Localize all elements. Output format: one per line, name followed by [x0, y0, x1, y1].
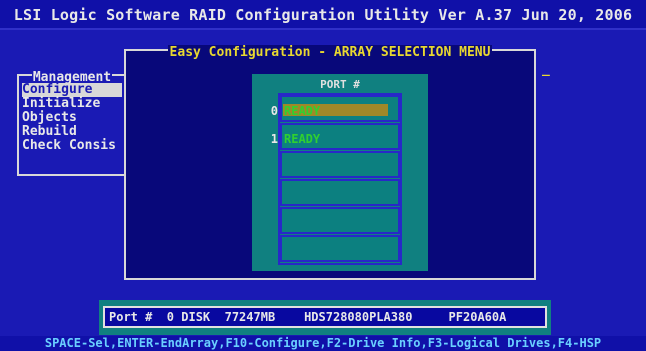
drive-slot-2[interactable] — [280, 151, 400, 178]
menu-item-rebuild[interactable]: Rebuild — [22, 125, 122, 139]
port-number-1: 1 — [270, 132, 278, 146]
management-menu: Management Configure Initialize Objects … — [17, 70, 127, 176]
port-header: PORT # — [320, 78, 360, 91]
cursor-mark: _ — [542, 62, 550, 77]
port-number-0: 0 — [270, 104, 278, 118]
menu-item-configure[interactable]: Configure — [22, 83, 122, 97]
menu-item-initialize[interactable]: Initialize — [22, 97, 122, 111]
drive-slot-5[interactable] — [280, 235, 400, 262]
drive-info-text: Port # 0 DISK 77247MB HDS728080PLA380 PF… — [103, 306, 547, 328]
dialog-title: Easy Configuration - ARRAY SELECTION MEN… — [167, 45, 493, 60]
key-help-bar: SPACE-Sel,ENTER-EndArray,F10-Configure,F… — [0, 336, 646, 351]
drive-status-0[interactable]: READY — [284, 104, 320, 118]
menu-item-check-consistency[interactable]: Check Consis — [22, 139, 122, 153]
menu-item-objects[interactable]: Objects — [22, 111, 122, 125]
window-title: LSI Logic Software RAID Configuration Ut… — [0, 0, 646, 30]
drive-status-1[interactable]: READY — [284, 132, 320, 146]
drive-slot-4[interactable] — [280, 207, 400, 234]
drive-slot-3[interactable] — [280, 179, 400, 206]
